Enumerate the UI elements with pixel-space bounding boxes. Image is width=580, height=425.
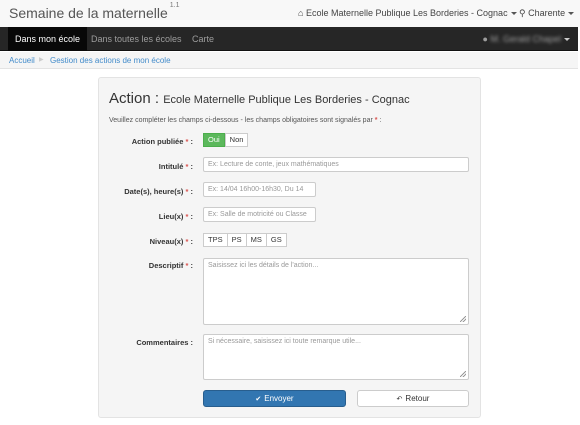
description-placeholder: Saisissez ici les détails de l'action... xyxy=(208,262,319,269)
department-menu-label: Charente xyxy=(528,8,566,18)
required-marker: * xyxy=(374,117,378,124)
required-marker: * xyxy=(185,261,189,270)
user-menu[interactable]: ● M. Gerald Chapel xyxy=(482,27,570,51)
resize-grip-icon[interactable] xyxy=(460,371,466,377)
required-marker: * xyxy=(185,137,189,146)
breadcrumb: Accueil ▶ Gestion des actions de mon éco… xyxy=(0,52,578,69)
level-gs-button[interactable]: GS xyxy=(265,233,287,247)
submit-button[interactable]: ✔ Envoyer xyxy=(203,390,346,407)
comments-textarea[interactable]: Si nécessaire, saisissez ici toute remar… xyxy=(203,334,469,380)
level-tps-button[interactable]: TPS xyxy=(203,233,228,247)
form-intro-tail: : xyxy=(379,117,382,124)
top-bar: Semaine de la maternelle 1.1 ⌂ Ecole Mate… xyxy=(0,0,580,27)
levels-label-text: Niveau(x) xyxy=(149,237,184,246)
back-button[interactable]: ↶ Retour xyxy=(357,390,469,407)
title-label: Intitulé * : xyxy=(158,162,193,171)
level-ms-button[interactable]: MS xyxy=(245,233,267,247)
breadcrumb-home[interactable]: Accueil xyxy=(9,52,35,69)
published-no-button[interactable]: Non xyxy=(224,133,249,147)
description-label-text: Descriptif xyxy=(148,261,184,270)
dates-label: Date(s), heure(s) * : xyxy=(124,187,193,196)
school-menu-label: Ecole Maternelle Publique Les Borderies … xyxy=(305,8,508,18)
levels-label: Niveau(x) * : xyxy=(149,237,193,246)
home-icon: ⌂ xyxy=(298,8,304,18)
place-input[interactable]: Ex: Salle de motricité ou Classe xyxy=(203,207,316,222)
nav-item-my-school[interactable]: Dans mon école xyxy=(8,27,88,51)
school-menu[interactable]: ⌂ Ecole Maternelle Publique Les Borderie… xyxy=(298,8,517,18)
level-ps-button[interactable]: PS xyxy=(226,233,247,247)
app-brand[interactable]: Semaine de la maternelle 1.1 xyxy=(9,2,180,21)
main-navbar: Dans mon école Dans toutes les écoles Ca… xyxy=(0,27,578,51)
user-name: M. Gerald Chapel xyxy=(490,34,561,44)
description-textarea[interactable]: Saisissez ici les détails de l'action... xyxy=(203,258,469,325)
dates-input[interactable]: Ex: 14/04 16h00-16h30, Du 14 xyxy=(203,182,316,197)
nav-item-map[interactable]: Carte xyxy=(185,27,221,51)
published-yes-button[interactable]: Oui xyxy=(203,133,225,147)
levels-button-group: TPS PS MS GS xyxy=(203,233,287,247)
submit-button-label: Envoyer xyxy=(264,394,294,403)
title-label-text: Intitulé xyxy=(158,162,184,171)
version-badge: 1.1 xyxy=(169,2,180,10)
brand-title[interactable]: Semaine de la maternelle xyxy=(9,5,168,21)
breadcrumb-current[interactable]: Gestion des actions de mon école xyxy=(50,52,171,69)
form-title: Action : Ecole Maternelle Publique Les B… xyxy=(109,90,410,107)
chevron-down-icon xyxy=(510,12,517,16)
department-menu[interactable]: ⚲ Charente xyxy=(519,8,575,19)
nav-item-all-schools[interactable]: Dans toutes les écoles xyxy=(84,27,189,51)
title-input[interactable]: Ex: Lecture de conte, jeux mathématiques xyxy=(203,157,469,172)
form-intro-text: Veuillez compléter les champs ci-dessous… xyxy=(109,117,373,124)
required-marker: * xyxy=(185,187,189,196)
form-title-school: Ecole Maternelle Publique Les Borderies … xyxy=(163,94,410,106)
comments-label: Commentaires : xyxy=(136,338,193,347)
check-icon: ✔ xyxy=(255,396,262,403)
published-toggle: Oui Non xyxy=(203,133,249,147)
required-marker: * xyxy=(185,212,189,221)
place-label-text: Lieu(x) xyxy=(158,212,184,221)
back-button-label: Retour xyxy=(405,394,430,403)
place-label: Lieu(x) * : xyxy=(158,212,193,221)
form-intro: Veuillez compléter les champs ci-dessous… xyxy=(109,117,381,124)
dates-label-text: Date(s), heure(s) xyxy=(124,187,184,196)
resize-grip-icon[interactable] xyxy=(460,316,466,322)
required-marker: * xyxy=(185,237,189,246)
required-marker: * xyxy=(185,162,189,171)
comments-placeholder: Si nécessaire, saisissez ici toute remar… xyxy=(208,338,361,345)
published-label-text: Action publiée xyxy=(131,137,184,146)
breadcrumb-separator-icon: ▶ xyxy=(39,57,44,63)
chevron-down-icon xyxy=(564,38,570,42)
map-marker-icon: ⚲ xyxy=(519,8,526,18)
form-title-prefix: Action : xyxy=(109,90,160,107)
chevron-down-icon xyxy=(568,12,575,16)
action-form-panel: Action : Ecole Maternelle Publique Les B… xyxy=(98,77,481,418)
published-label: Action publiée * : xyxy=(131,137,193,146)
description-label: Descriptif * : xyxy=(148,261,193,270)
user-icon: ● xyxy=(482,34,488,44)
undo-arrow-icon: ↶ xyxy=(396,396,403,403)
